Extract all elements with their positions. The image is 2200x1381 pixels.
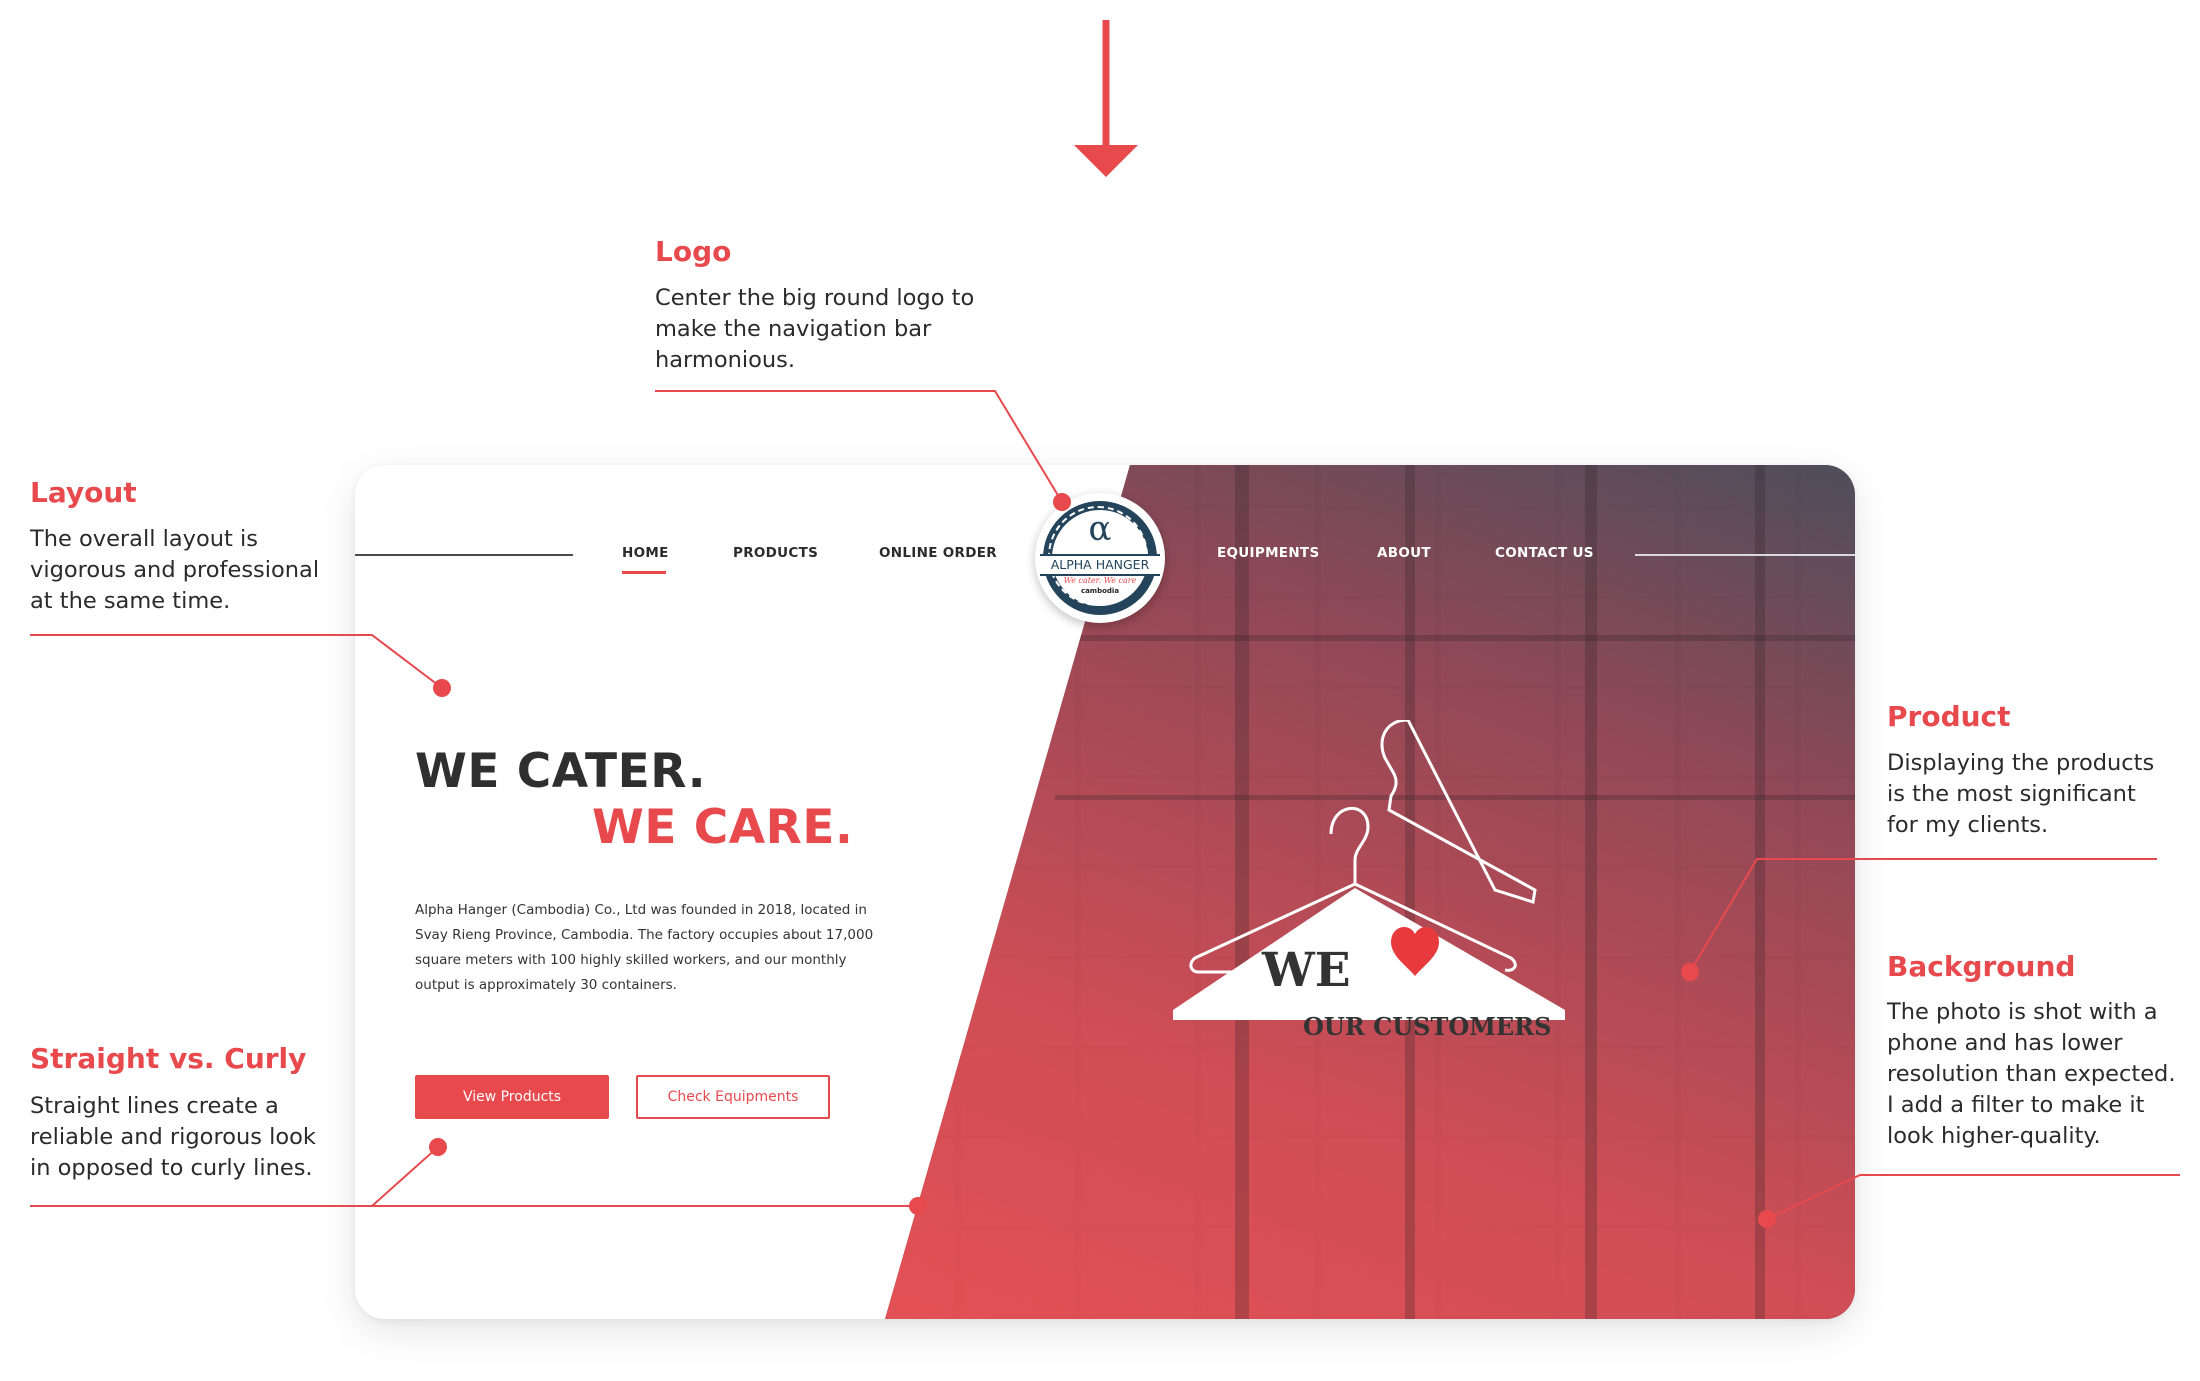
annotation-title: Product: [1887, 700, 2011, 733]
nav-item-about[interactable]: ABOUT: [1377, 545, 1431, 561]
hero-headline-line2: WE CARE.: [592, 800, 854, 855]
brand-logo[interactable]: α ALPHA HANGER We cater. We care cambodi…: [1035, 493, 1165, 623]
annotation-title: Layout: [30, 476, 137, 509]
hanger-sign-word: WE: [1262, 943, 1351, 998]
annotation-text: Center the big round logo to make the na…: [655, 285, 975, 373]
nav-line-left: [355, 554, 573, 556]
logo-inner: α ALPHA HANGER We cater. We care cambodi…: [1040, 509, 1160, 606]
check-equipments-button[interactable]: Check Equipments: [636, 1075, 830, 1119]
nav-item-home[interactable]: HOME: [622, 545, 669, 561]
annotation-text: Displaying the products is the most sign…: [1887, 750, 2155, 838]
hero-intro: Alpha Hanger (Cambodia) Co., Ltd was fou…: [415, 902, 874, 993]
nav-item-equipments[interactable]: EQUIPMENTS: [1217, 545, 1319, 561]
annotation-text: The photo is shot with a phone and has l…: [1887, 999, 2176, 1149]
website-mockup: HOME PRODUCTS ONLINE ORDER EQUIPMENTS AB…: [355, 465, 1855, 1319]
logo-tagline: We cater. We care: [1063, 576, 1137, 585]
view-products-button[interactable]: View Products: [415, 1075, 609, 1119]
annotation-title: Background: [1887, 950, 2076, 983]
nav-active-indicator: [622, 571, 666, 574]
hanger-sign: [1173, 888, 1565, 1020]
nav-item-contact-us[interactable]: CONTACT US: [1495, 545, 1594, 561]
hanger-product-image: [1173, 720, 1565, 1020]
annotation-title: Logo: [655, 235, 732, 268]
nav-line-right: [1635, 554, 1855, 556]
annotation-text: The overall layout is vigorous and profe…: [30, 526, 320, 614]
logo-region: cambodia: [1080, 587, 1120, 595]
alpha-icon: α: [1088, 509, 1112, 549]
annotation-title: Straight vs. Curly: [30, 1042, 307, 1075]
annotation-text: Straight lines create a reliable and rig…: [30, 1093, 316, 1181]
hanger-sign-line2: OUR CUSTOMERS: [1303, 1012, 1552, 1041]
hero-headline-line1: WE CATER.: [415, 744, 707, 799]
nav-item-online-order[interactable]: ONLINE ORDER: [879, 545, 997, 561]
nav-item-products[interactable]: PRODUCTS: [733, 545, 818, 561]
logo-name: ALPHA HANGER: [1040, 554, 1160, 576]
